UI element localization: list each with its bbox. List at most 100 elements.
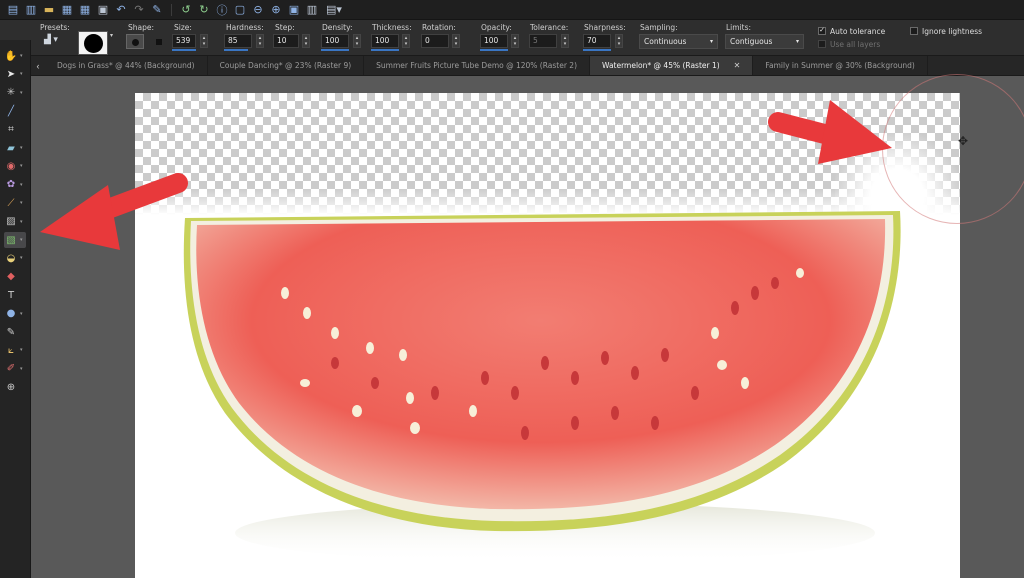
tool-pick-arrow[interactable]: ➤ ▾ (4, 66, 26, 82)
pen-icon: ✎ (6, 326, 16, 338)
zoom-out-icon[interactable]: ⊖ (251, 3, 265, 17)
chevron-down-icon[interactable]: ▾ (20, 200, 23, 206)
tool-add-tool[interactable]: ⊕ (4, 379, 26, 395)
chevron-down-icon[interactable]: ▾ (20, 145, 23, 151)
tool-vector-pen[interactable]: ⟀ ▾ (4, 342, 26, 358)
tool-paint-tube[interactable]: ◆ (4, 269, 26, 285)
save-as-icon[interactable]: ▦ (78, 3, 92, 17)
brush-chevron-icon[interactable]: ▾ (110, 32, 113, 39)
opacity-label: Opacity: (481, 23, 512, 32)
tolerance-field[interactable]: 5 (529, 34, 557, 48)
rotate-right-icon[interactable]: ↻ (197, 3, 211, 17)
rotation-spinner[interactable]: ▴ ▾ (452, 34, 460, 48)
brush-outline (882, 74, 1024, 224)
tool-preset-shape[interactable]: ● ▾ (4, 306, 26, 322)
thickness-field[interactable]: 100 (371, 34, 399, 48)
tool-red-eye[interactable]: ◉ ▾ (4, 158, 26, 174)
document-tab[interactable]: Watermelon* @ 45% (Raster 1) ✕ (590, 56, 754, 75)
opacity-spinner[interactable]: ▴ ▾ (511, 34, 519, 48)
chevron-down-icon[interactable]: ▾ (20, 71, 23, 77)
hardness-field[interactable]: 85 (224, 34, 252, 48)
sharpness-field[interactable]: 70 (583, 34, 611, 48)
tool-paint-brush[interactable]: ⟋ ▾ (4, 195, 26, 211)
actual-size-icon[interactable]: ▣ (287, 3, 301, 17)
image-canvas[interactable] (135, 93, 960, 578)
hardness-slider[interactable] (224, 49, 248, 51)
info-icon[interactable]: ⓘ (215, 3, 229, 17)
auto-tolerance-checkbox[interactable]: ✓ (818, 27, 826, 35)
use-all-layers-checkbox[interactable] (818, 40, 826, 48)
size-label: Size: (174, 23, 192, 32)
redo-icon[interactable]: ↷ (132, 3, 146, 17)
chevron-down-icon[interactable]: ▾ (20, 366, 23, 372)
chevron-down-icon[interactable]: ▾ (20, 219, 23, 225)
hardness-label: Hardness: (226, 23, 264, 32)
zoom-in-icon[interactable]: ⊕ (269, 3, 283, 17)
document-tab[interactable]: Summer Fruits Picture Tube Demo @ 120% (… (364, 56, 591, 75)
chevron-down-icon[interactable]: ▾ (20, 53, 23, 59)
opacity-field[interactable]: 100 (480, 34, 508, 48)
sharpness-spinner[interactable]: ▴ ▾ (615, 34, 623, 48)
presets-dropdown[interactable]: ▟ ▾ (44, 34, 64, 49)
chevron-down-icon[interactable]: ▾ (20, 237, 23, 243)
tool-pan-hand[interactable]: ✋ ▾ (4, 48, 26, 64)
edit-icon[interactable]: ✎ (150, 3, 164, 17)
round-shape-button[interactable] (126, 34, 144, 49)
tool-smudge[interactable]: ▨ ▾ (4, 214, 26, 230)
density-slider[interactable] (321, 49, 349, 51)
rotate-left-icon[interactable]: ↺ (179, 3, 193, 17)
chevron-down-icon[interactable]: ▾ (20, 182, 23, 188)
sampling-dropdown[interactable]: Continuous ▾ (639, 34, 718, 49)
density-field[interactable]: 100 (321, 34, 349, 48)
sharpness-slider[interactable] (583, 49, 611, 51)
save-icon[interactable]: ▦ (60, 3, 74, 17)
ignore-lightness-checkbox[interactable] (910, 27, 918, 35)
document-tab[interactable]: Couple Dancing* @ 23% (Raster 9) (208, 56, 365, 75)
layers-icon[interactable]: ▤▾ (323, 3, 345, 17)
tool-magic-wand[interactable]: ✳ ▾ (4, 85, 26, 101)
hardness-spinner[interactable]: ▴ ▾ (256, 34, 264, 48)
chevron-down-icon[interactable]: ▾ (20, 311, 23, 317)
step-spinner[interactable]: ▴ ▾ (302, 34, 310, 48)
tool-text[interactable]: T (4, 287, 26, 303)
fit-window-icon[interactable]: ▢ (233, 3, 247, 17)
tool-fill-bucket[interactable]: ◒ ▾ (4, 250, 26, 266)
tool-crop[interactable]: ⌗ (4, 122, 26, 138)
limits-dropdown[interactable]: Contiguous ▾ (725, 34, 804, 49)
size-field[interactable]: 539 (172, 34, 196, 48)
new-document-icon[interactable]: ▥ (24, 3, 38, 17)
opacity-slider[interactable] (480, 49, 508, 51)
tool-straighten[interactable]: ▰ ▾ (4, 140, 26, 156)
document-tab[interactable]: Family in Summer @ 30% (Background) (753, 56, 928, 75)
use-all-layers-label: Use all layers (830, 40, 881, 49)
chevron-down-icon[interactable]: ▾ (20, 255, 23, 261)
chevron-down-icon[interactable]: ▾ (20, 347, 23, 353)
tolerance-spinner[interactable]: ▴ ▾ (561, 34, 569, 48)
tool-clone[interactable]: ✿ ▾ (4, 177, 26, 193)
thickness-spinner[interactable]: ▴ ▾ (402, 34, 410, 48)
tool-pen[interactable]: ✎ (4, 324, 26, 340)
step-field[interactable]: 10 (273, 34, 299, 48)
square-shape-button[interactable] (150, 34, 168, 49)
brush-dot-icon (84, 34, 103, 53)
rotation-field[interactable]: 0 (421, 34, 449, 48)
chevron-down-icon[interactable]: ▾ (20, 90, 23, 96)
size-spinner[interactable]: ▴ ▾ (200, 34, 208, 48)
tool-dropper[interactable]: ╱ (4, 103, 26, 119)
palettes-icon[interactable]: ▥ (305, 3, 319, 17)
tool-color-changer[interactable]: ✐ ▾ (4, 361, 26, 377)
undo-icon[interactable]: ↶ (114, 3, 128, 17)
chevron-down-icon[interactable]: ▾ (20, 163, 23, 169)
close-tab-icon[interactable]: ✕ (734, 61, 741, 70)
density-spinner[interactable]: ▴ ▾ (353, 34, 361, 48)
new-file-icon[interactable]: ▤ (6, 3, 20, 17)
document-tab[interactable]: Dogs in Grass* @ 44% (Background) (45, 56, 208, 75)
tab-scroll-left-icon[interactable]: ‹ (31, 56, 45, 75)
thickness-slider[interactable] (371, 49, 399, 51)
separator (171, 3, 172, 16)
size-slider[interactable] (172, 49, 196, 51)
open-folder-icon[interactable]: ▬ (42, 3, 56, 17)
tool-background-eraser[interactable]: ▧ ▾ (4, 232, 26, 248)
straighten-icon: ▰ (7, 142, 15, 154)
print-icon[interactable]: ▣ (96, 3, 110, 17)
